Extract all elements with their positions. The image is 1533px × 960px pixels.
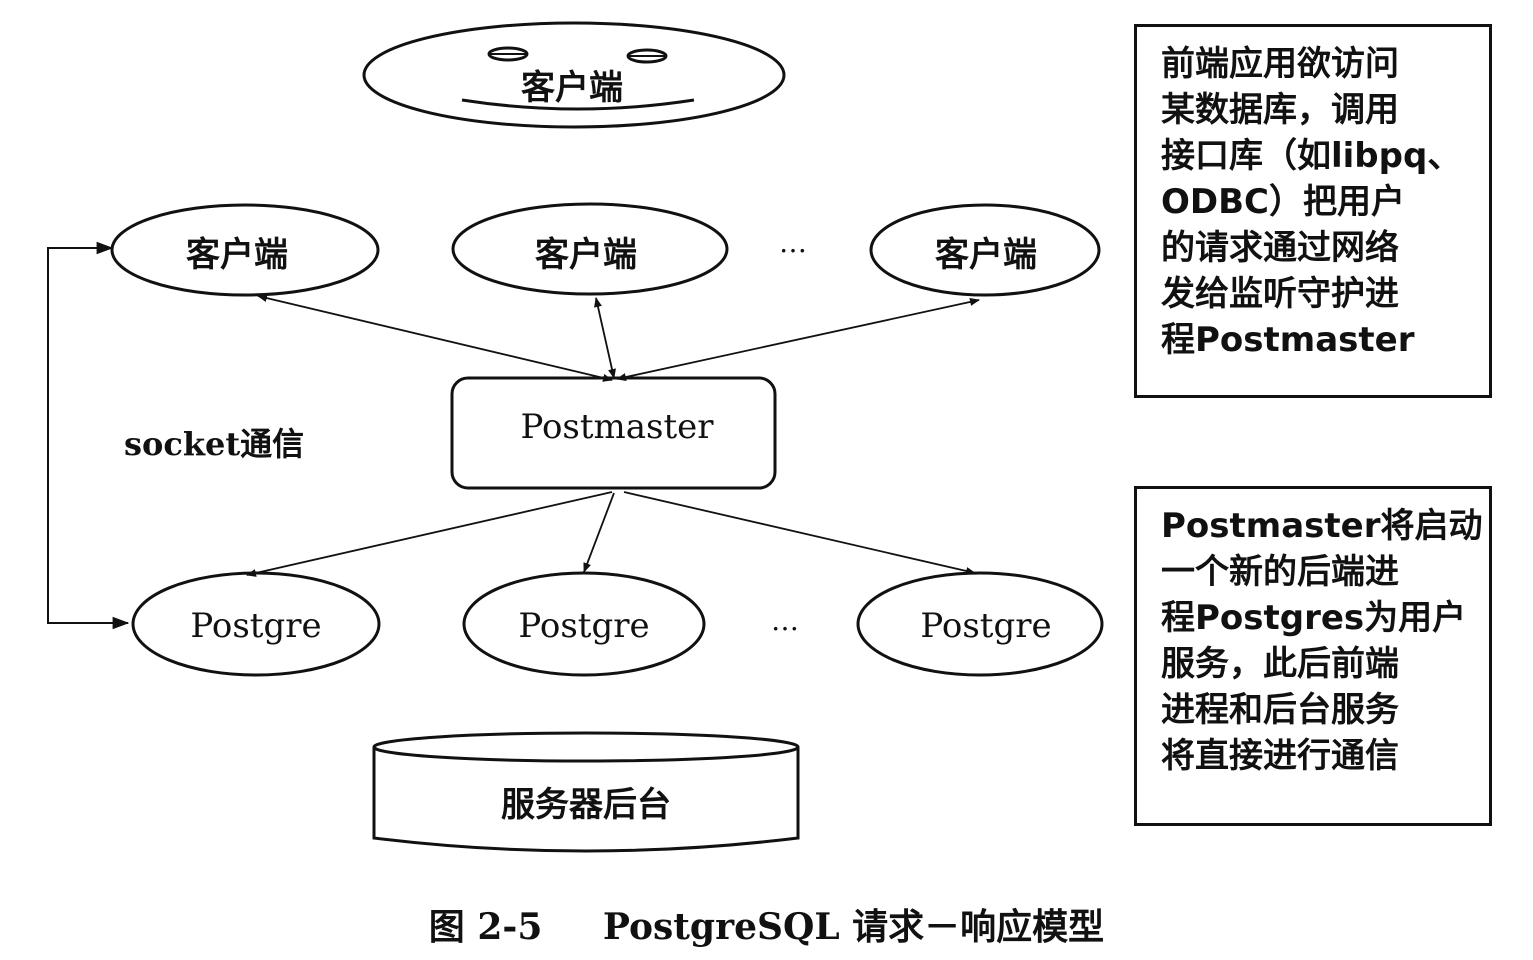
note-line: 前端应用欲访问 — [1161, 44, 1399, 84]
server-backend-cylinder: 服务器后台 — [372, 731, 800, 853]
note-line: Postmaster将启动 — [1161, 506, 1483, 546]
client-postmaster-arrow — [257, 294, 613, 382]
postmaster-backend-arrow — [583, 492, 615, 573]
note-line: 的请求通过网络 — [1161, 228, 1399, 268]
backend-node: Postgre — [856, 571, 1104, 677]
backend-node: Postgre — [131, 571, 381, 677]
note-line: 接口库（如libpq、 — [1161, 136, 1462, 176]
figure-caption: 图 2-5 PostgreSQL 请求－响应模型 — [0, 898, 1533, 950]
backend-ellipsis: … — [771, 604, 799, 637]
postmaster-backend-arrow — [623, 491, 976, 575]
figure-number: 图 2-5 — [428, 906, 543, 948]
note-line: 某数据库，调用 — [1161, 90, 1399, 130]
figure-title: PostgreSQL 请求－响应模型 — [602, 906, 1105, 948]
note-client-request: 前端应用欲访问 某数据库，调用 接口库（如libpq、 ODBC）把用户 的请求… — [1134, 24, 1492, 398]
postmaster-node: Postmaster — [450, 376, 777, 490]
note-line: 程Postgres为用户 — [1161, 598, 1467, 638]
backend-label: Postgre — [920, 606, 1051, 646]
backend-label: Postgre — [190, 606, 321, 646]
socket-label: socket通信 — [124, 425, 304, 463]
server-backend-label: 服务器后台 — [501, 785, 671, 825]
client-postmaster-arrow — [616, 298, 980, 381]
client-node: 客户端 — [110, 203, 380, 297]
note-line: 服务，此后前端 — [1161, 644, 1399, 684]
note-line: 程Postmaster — [1161, 320, 1415, 360]
client-top-label: 客户端 — [521, 68, 623, 108]
client-node: 客户端 — [869, 203, 1101, 297]
client-ellipsis: … — [779, 226, 807, 259]
client-node: 客户端 — [451, 202, 729, 296]
note-line: ODBC）把用户 — [1161, 182, 1405, 222]
note-line: 进程和后台服务 — [1161, 690, 1399, 730]
client-postmaster-arrow — [594, 297, 616, 379]
client-top-face: 客户端 — [362, 21, 786, 129]
backend-label: Postgre — [518, 606, 649, 646]
client-label: 客户端 — [535, 235, 637, 275]
postmaster-backend-arrow — [246, 491, 613, 577]
client-label: 客户端 — [935, 235, 1037, 275]
backend-node: Postgre — [462, 571, 706, 677]
note-line: 一个新的后端进 — [1161, 552, 1399, 592]
socket-connector — [47, 241, 130, 630]
note-line: 发给监听守护进 — [1161, 274, 1399, 314]
client-label: 客户端 — [186, 235, 288, 275]
note-backend-start: Postmaster将启动 一个新的后端进 程Postgres为用户 服务，此后… — [1134, 486, 1492, 826]
note-line: 将直接进行通信 — [1161, 736, 1399, 776]
postmaster-label: Postmaster — [520, 407, 714, 447]
